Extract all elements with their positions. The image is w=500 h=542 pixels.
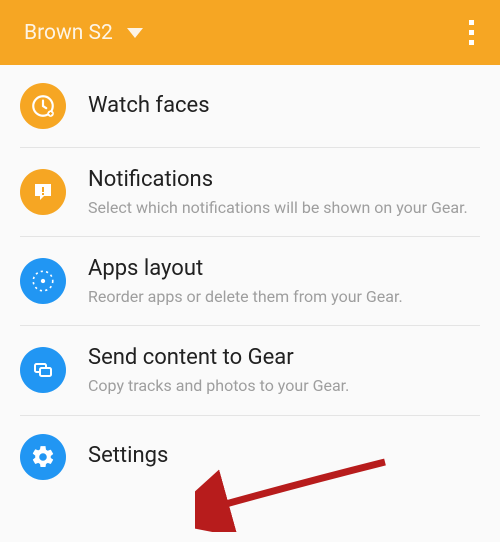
item-text: Settings [88, 442, 480, 471]
list-item-watch-faces[interactable]: Watch faces [20, 65, 480, 148]
watch-faces-icon [20, 83, 66, 129]
list-item-settings[interactable]: Settings [20, 416, 480, 498]
item-subtitle: Copy tracks and photos to your Gear. [88, 375, 480, 397]
item-title: Notifications [88, 166, 480, 195]
list-item-apps-layout[interactable]: Apps layout Reorder apps or delete them … [20, 237, 480, 326]
chevron-down-icon [127, 28, 143, 38]
item-title: Apps layout [88, 255, 480, 284]
item-text: Watch faces [88, 92, 480, 121]
item-text: Apps layout Reorder apps or delete them … [88, 255, 480, 307]
device-name-label: Brown S2 [24, 21, 113, 45]
settings-list: Watch faces Notifications Select which n… [0, 65, 500, 498]
item-subtitle: Select which notifications will be shown… [88, 197, 480, 219]
gear-icon [20, 434, 66, 480]
item-title: Watch faces [88, 92, 480, 121]
overflow-menu-button[interactable] [463, 14, 480, 51]
list-item-send-content[interactable]: Send content to Gear Copy tracks and pho… [20, 326, 480, 415]
app-header: Brown S2 [0, 0, 500, 65]
list-item-notifications[interactable]: Notifications Select which notifications… [20, 148, 480, 237]
item-title: Send content to Gear [88, 344, 480, 373]
item-text: Notifications Select which notifications… [88, 166, 480, 218]
notifications-icon [20, 169, 66, 215]
device-selector[interactable]: Brown S2 [24, 21, 143, 45]
dots-vertical-icon [469, 20, 474, 25]
item-text: Send content to Gear Copy tracks and pho… [88, 344, 480, 396]
send-content-icon [20, 347, 66, 393]
item-subtitle: Reorder apps or delete them from your Ge… [88, 286, 480, 308]
apps-layout-icon [20, 258, 66, 304]
item-title: Settings [88, 442, 480, 471]
